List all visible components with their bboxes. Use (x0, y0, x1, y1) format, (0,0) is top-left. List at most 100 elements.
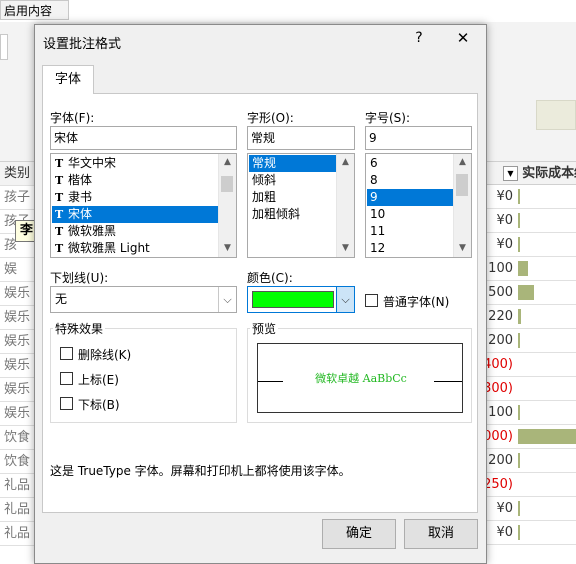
table-row[interactable]: 200 (487, 329, 576, 353)
font-style-field[interactable]: 常规 (247, 126, 355, 150)
font-list-item[interactable]: T 华文中宋 (52, 155, 219, 172)
table-row[interactable]: ¥0 (487, 521, 576, 545)
list-item[interactable]: 9 (367, 189, 454, 206)
table-row[interactable]: 100 (487, 401, 576, 425)
cost-value: 500 (488, 285, 513, 300)
superscript-checkbox[interactable] (60, 372, 73, 385)
font-list-item[interactable]: T 隶书 (52, 189, 219, 206)
scroll-down-icon[interactable]: ▼ (337, 240, 354, 257)
truetype-icon: T (55, 225, 64, 238)
data-bar (518, 525, 520, 540)
data-bar (518, 285, 534, 300)
scroll-thumb[interactable] (456, 174, 468, 196)
cancel-button[interactable]: 取消 (404, 519, 478, 549)
list-item-label: 8 (370, 173, 378, 187)
data-bar (518, 237, 520, 252)
truetype-icon: T (55, 242, 64, 255)
table-row[interactable]: 000) (487, 425, 576, 449)
list-item[interactable]: 加粗 (249, 189, 337, 206)
ribbon-panel (536, 100, 576, 130)
table-row[interactable]: ¥0 (487, 233, 576, 257)
list-item-label: 宋体 (68, 207, 93, 221)
table-row[interactable]: ¥0 (487, 209, 576, 233)
scroll-thumb[interactable] (221, 176, 233, 192)
cost-value: 000) (487, 429, 513, 444)
font-list-item[interactable]: T 宋体 (52, 206, 219, 223)
scroll-up-icon[interactable]: ▲ (454, 154, 471, 171)
cost-value: 200 (488, 453, 513, 468)
font-name-list[interactable]: T 华文中宋 T 楷体 T 隶书 T 宋体 T 微软雅黑 T 微软雅黑 Light ▲ ▼ (50, 153, 237, 258)
table-row[interactable]: ¥0 (487, 185, 576, 209)
list-item-label: 倾斜 (252, 173, 277, 187)
preview-box: 微软卓越 AaBbCc (257, 343, 463, 413)
font-size-list[interactable]: 6 8 9 10 11 12 ▲ ▼ (365, 153, 472, 258)
list-item[interactable]: 11 (367, 223, 454, 240)
color-label: 颜色(C): (247, 271, 293, 285)
font-list-item[interactable]: T 楷体 (52, 172, 219, 189)
list-item[interactable]: 倾斜 (249, 172, 337, 189)
format-comment-dialog: 设置批注格式 ? ✕ 字体 字体(F): 宋体 T 华文中宋 T 楷体 T 隶书 T 宋体 T 微… (34, 24, 487, 564)
help-button[interactable]: ? (409, 30, 429, 50)
scroll-down-icon[interactable]: ▼ (219, 240, 236, 257)
enable-content-button[interactable]: 启用内容 (0, 0, 69, 20)
actual-cost-header[interactable]: ▼ 实际成本结 (487, 162, 576, 185)
ok-button[interactable]: 确定 (322, 519, 396, 549)
underline-label: 下划线(U): (50, 271, 109, 285)
table-row[interactable]: ¥0 (487, 497, 576, 521)
subscript-label: 下标(B) (78, 398, 120, 412)
normal-font-checkbox[interactable] (365, 294, 378, 307)
list-item[interactable]: 10 (367, 206, 454, 223)
table-row[interactable]: 200 (487, 449, 576, 473)
scroll-up-icon[interactable]: ▲ (337, 154, 354, 171)
data-bar (518, 333, 520, 348)
font-list-scrollbar[interactable]: ▲ ▼ (218, 154, 236, 257)
superscript-label: 上标(E) (78, 373, 119, 387)
scroll-up-icon[interactable]: ▲ (219, 154, 236, 171)
list-item[interactable]: 8 (367, 172, 454, 189)
list-item[interactable]: 常规 (249, 155, 337, 172)
subscript-checkbox[interactable] (60, 397, 73, 410)
list-item-label: 6 (370, 156, 378, 170)
filter-dropdown-icon[interactable]: ▼ (503, 166, 518, 181)
cost-value: ¥0 (496, 237, 513, 252)
tab-font[interactable]: 字体 (42, 65, 94, 94)
chevron-down-icon[interactable]: ⌵ (336, 287, 354, 312)
list-item-label: 楷体 (68, 173, 93, 187)
truetype-icon: T (55, 191, 64, 204)
cost-value: 300) (487, 381, 513, 396)
list-item-label: 11 (370, 224, 386, 238)
cost-value: ¥0 (496, 501, 513, 516)
table-row[interactable]: 500 (487, 281, 576, 305)
font-style-list[interactable]: 常规 倾斜加粗 加粗倾斜 ▲ ▼ (247, 153, 355, 258)
cost-value: ¥0 (496, 189, 513, 204)
scroll-down-icon[interactable]: ▼ (454, 240, 471, 257)
table-row[interactable]: 300) (487, 377, 576, 401)
data-bar (518, 189, 520, 204)
close-icon[interactable]: ✕ (453, 29, 473, 49)
data-bar (518, 261, 528, 276)
actual-cost-header-label: 实际成本结 (522, 166, 576, 181)
cost-value: ¥0 (496, 525, 513, 540)
name-box[interactable] (0, 34, 8, 60)
table-row[interactable]: 220 (487, 305, 576, 329)
font-list-item[interactable]: T 微软雅黑 (52, 223, 219, 240)
font-name-field[interactable]: 宋体 (50, 126, 237, 150)
preview-text: 微软卓越 AaBbCc (315, 372, 407, 385)
size-list-scrollbar[interactable]: ▲ ▼ (453, 154, 471, 257)
underline-select[interactable]: 无 ⌵ (50, 286, 237, 313)
list-item[interactable]: 12 (367, 240, 454, 257)
font-size-field[interactable]: 9 (365, 126, 472, 150)
chevron-down-icon[interactable]: ⌵ (218, 287, 236, 312)
table-row[interactable]: 250) (487, 473, 576, 497)
list-item[interactable]: 加粗倾斜 (249, 206, 337, 223)
color-select[interactable]: ⌵ (247, 286, 355, 313)
table-row[interactable]: 400) (487, 353, 576, 377)
font-list-item[interactable]: T 微软雅黑 Light (52, 240, 219, 257)
style-list-scrollbar[interactable]: ▲ ▼ (336, 154, 354, 257)
style-label: 字形(O): (247, 111, 294, 125)
comment-author: 李 (20, 223, 34, 238)
data-bar (518, 453, 520, 468)
list-item[interactable]: 6 (367, 155, 454, 172)
strikethrough-checkbox[interactable] (60, 347, 73, 360)
table-row[interactable]: 100 (487, 257, 576, 281)
